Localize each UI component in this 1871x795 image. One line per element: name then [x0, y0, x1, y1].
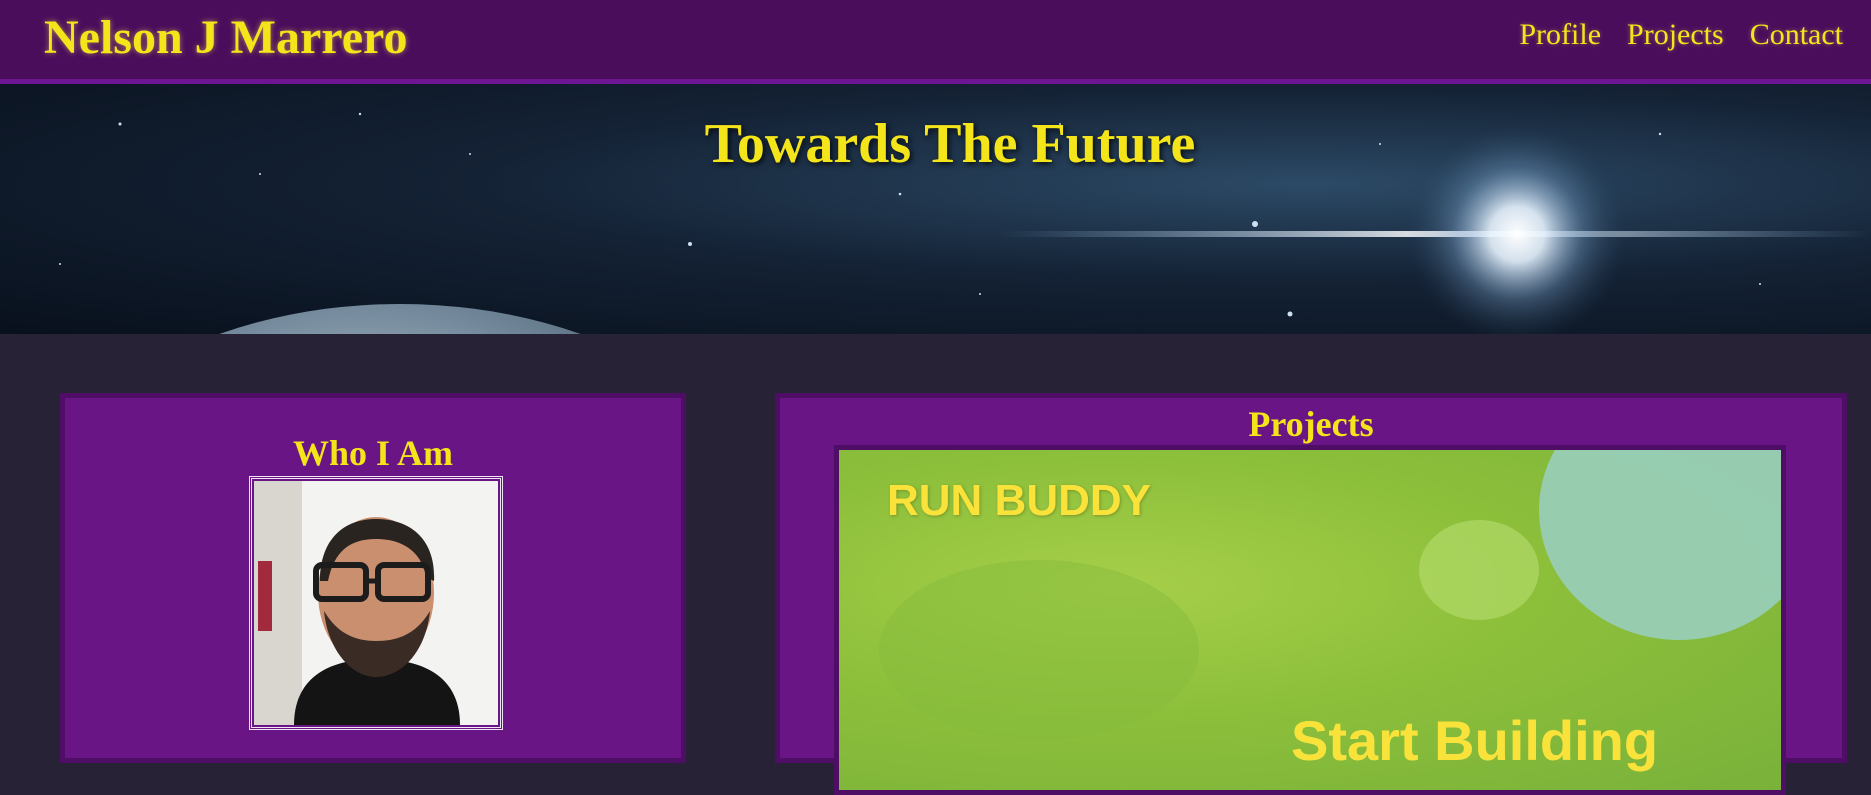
nav-link-contact[interactable]: Contact: [1750, 14, 1843, 56]
site-header: Nelson J Marrero Profile Projects Contac…: [0, 0, 1871, 84]
about-title: Who I Am: [292, 433, 454, 473]
hero-title: Towards The Future: [704, 113, 1196, 175]
main-nav: Profile Projects Contact: [1519, 14, 1843, 56]
nav-link-profile[interactable]: Profile: [1519, 14, 1601, 56]
profile-portrait-image: [254, 481, 498, 725]
planet-shape: [219, 304, 581, 334]
project-card-run-buddy[interactable]: RUN BUDDY Start Building: [834, 445, 1786, 795]
site-name: Nelson J Marrero: [44, 11, 408, 64]
projects-section: Projects RUN BUDDY Start Building: [775, 393, 1847, 795]
project-tagline: Start Building: [1291, 709, 1659, 772]
nav-link-projects[interactable]: Projects: [1627, 14, 1724, 56]
project-name: RUN BUDDY: [887, 476, 1151, 525]
hero-banner: Towards The Future: [0, 84, 1871, 334]
projects-title: Projects: [1248, 404, 1374, 444]
about-section: Who I Am: [60, 393, 686, 763]
profile-photo: [249, 476, 503, 730]
